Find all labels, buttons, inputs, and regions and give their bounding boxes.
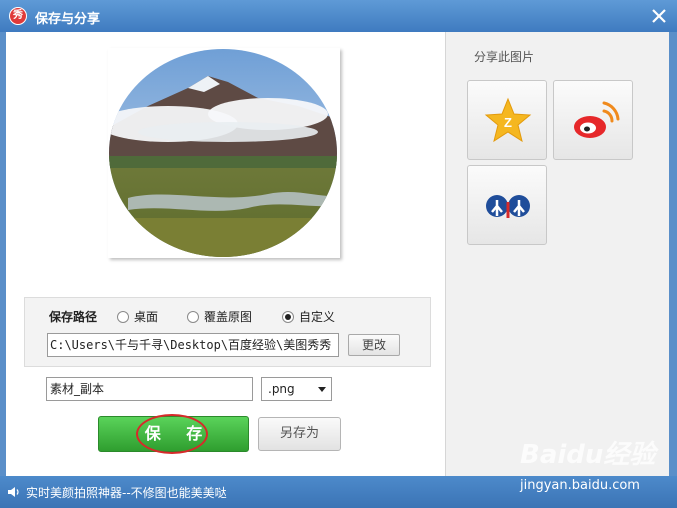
window-title: 保存与分享 — [35, 12, 101, 27]
radio-overwrite-label: 覆盖原图 — [204, 310, 253, 324]
radio-desktop[interactable]: 桌面 — [117, 308, 158, 325]
speaker-icon — [8, 487, 19, 497]
status-ad-text[interactable]: 实时美颜拍照神器--不修图也能美美哒 — [26, 484, 227, 501]
radio-custom-label: 自定义 — [299, 310, 336, 324]
share-pane: 分享此图片 Z — [445, 32, 669, 476]
change-path-button[interactable]: 更改 — [348, 334, 400, 356]
share-title: 分享此图片 — [474, 50, 535, 64]
annotation-circle — [136, 414, 208, 454]
share-renren-button[interactable] — [467, 165, 547, 245]
save-path-label: 保存路径 — [49, 310, 98, 324]
chevron-down-icon — [318, 387, 326, 392]
qzone-star-icon: Z — [484, 97, 532, 143]
mountain-photo-preview — [109, 49, 337, 257]
meitu-app-icon: 秀 — [9, 7, 27, 25]
watermark-url: jingyan.baidu.com — [520, 478, 640, 493]
radio-overwrite-dot[interactable] — [187, 310, 199, 323]
svg-text:Z: Z — [504, 115, 512, 130]
baidu-watermark: Baidu经验 jingyan.baidu.com — [520, 434, 670, 504]
save-path-field[interactable]: C:\Users\千与千寻\Desktop\百度经验\美图秀秀 — [47, 333, 339, 357]
share-qzone-button[interactable]: Z — [467, 80, 547, 160]
close-icon — [652, 9, 666, 23]
weibo-icon — [574, 101, 620, 138]
save-as-button[interactable]: 另存为 — [258, 417, 341, 451]
format-select-value: .png — [268, 382, 295, 396]
share-weibo-button[interactable] — [553, 80, 633, 160]
format-select[interactable]: .png — [261, 377, 332, 401]
image-preview — [108, 48, 340, 258]
watermark-logo: Baidu经验 — [520, 440, 656, 470]
renren-icon — [486, 195, 530, 218]
radio-custom-dot[interactable] — [282, 310, 294, 323]
save-path-panel: 保存路径 桌面 覆盖原图 自定义 C:\Users\千与千寻\Desktop\百… — [24, 297, 431, 367]
radio-desktop-label: 桌面 — [134, 310, 159, 324]
title-bar: 秀 保存与分享 — [0, 0, 677, 32]
close-button[interactable] — [647, 4, 671, 28]
filename-field[interactable]: 素材_副本 — [46, 377, 253, 401]
save-pane: 保存路径 桌面 覆盖原图 自定义 C:\Users\千与千寻\Desktop\百… — [6, 32, 445, 476]
radio-overwrite[interactable]: 覆盖原图 — [187, 308, 252, 325]
radio-desktop-dot[interactable] — [117, 310, 129, 323]
radio-custom[interactable]: 自定义 — [282, 308, 335, 325]
save-share-dialog: 保存路径 桌面 覆盖原图 自定义 C:\Users\千与千寻\Desktop\百… — [6, 32, 669, 476]
